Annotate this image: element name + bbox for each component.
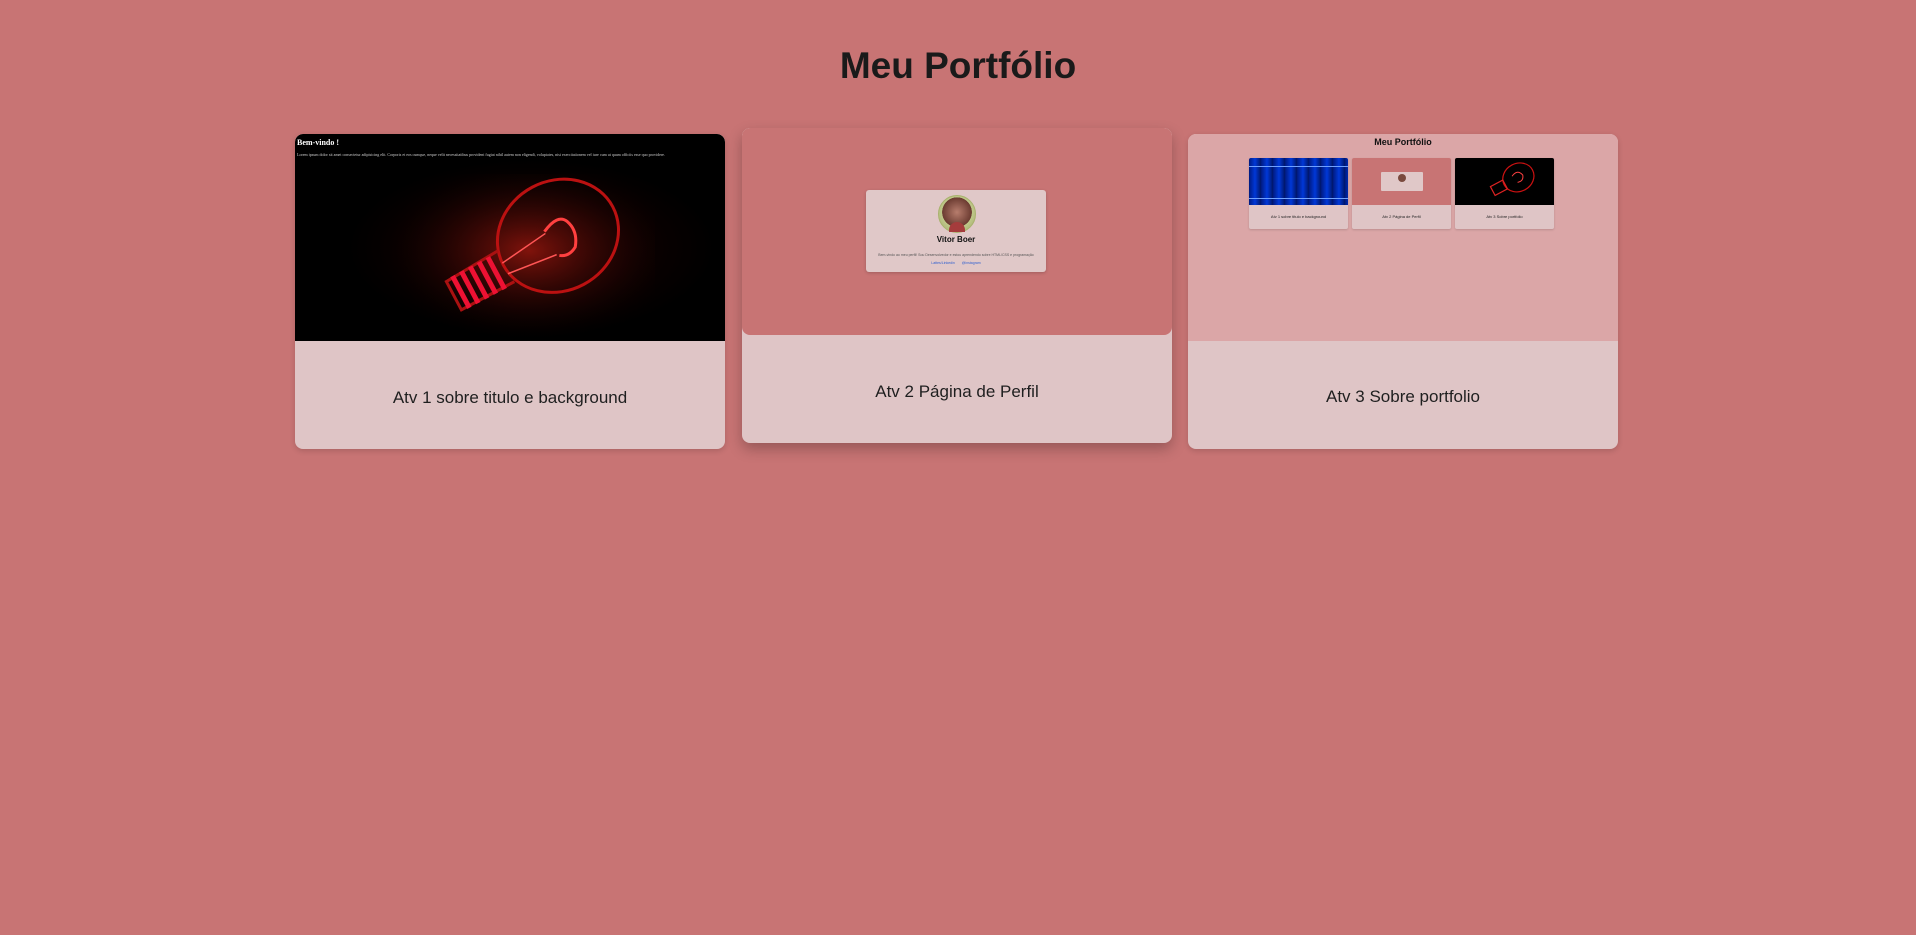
- page-title: Meu Portfólio: [839, 45, 1077, 86]
- mini-avatar: [1398, 174, 1406, 182]
- mini-caption-1: Atv 1 sobre titulo e background: [1270, 214, 1327, 219]
- project-preview-2[interactable]: Vitor Boer Bem-vindo ao meu perfil! Sou …: [742, 128, 1172, 335]
- project-caption-1: Atv 1 sobre titulo e background: [392, 388, 628, 407]
- light-bulb-icon: [375, 174, 655, 341]
- mini-preview-bulb: [1455, 158, 1554, 205]
- mini-caption-2: Atv 2 Página de Perfil: [1382, 214, 1421, 219]
- mini-card-3: Atv 3 Sobre portfolio: [1455, 158, 1554, 229]
- preview-heading: Bem-vindo !: [297, 138, 339, 147]
- mini-caption-3: Atv 3 Sobre portfolio: [1486, 214, 1523, 219]
- project-caption-3: Atv 3 Sobre portfolio: [1325, 387, 1481, 406]
- project-caption-2: Atv 2 Página de Perfil: [875, 382, 1039, 401]
- mini-card-2: Atv 2 Página de Perfil: [1352, 158, 1451, 229]
- project-card-2[interactable]: Vitor Boer Bem-vindo ao meu perfil! Sou …: [742, 128, 1172, 443]
- mini-page-title: Meu Portfólio: [1374, 137, 1432, 147]
- project-preview-3[interactable]: Meu Portfólio Atv 1 sobre titulo e backg…: [1188, 134, 1618, 341]
- profile-name: Vitor Boer: [936, 235, 976, 244]
- avatar: [938, 195, 976, 233]
- profile-links: Lattes/Linkedin @instagram: [866, 261, 1046, 265]
- profile-link-lattes[interactable]: Lattes/Linkedin: [931, 261, 955, 265]
- mini-preview-profile: [1352, 158, 1451, 205]
- mini-card-1: Atv 1 sobre titulo e background: [1249, 158, 1348, 229]
- project-preview-1[interactable]: Bem-vindo ! Lorem ipsum dolor sit amet c…: [295, 134, 725, 341]
- profile-link-instagram[interactable]: @instagram: [962, 261, 981, 265]
- project-card-1[interactable]: Bem-vindo ! Lorem ipsum dolor sit amet c…: [295, 134, 725, 449]
- preview-text: Lorem ipsum dolor sit amet consectetur a…: [297, 152, 665, 157]
- profile-bio: Bem-vindo ao meu perfil! Sou Desenvolved…: [878, 253, 1034, 257]
- mini-preview-blue: [1249, 158, 1348, 205]
- profile-card: Vitor Boer Bem-vindo ao meu perfil! Sou …: [866, 190, 1046, 272]
- project-card-3[interactable]: Meu Portfólio Atv 1 sobre titulo e backg…: [1188, 134, 1618, 449]
- mini-profile-card: [1381, 172, 1423, 191]
- light-bulb-icon: [1489, 162, 1535, 197]
